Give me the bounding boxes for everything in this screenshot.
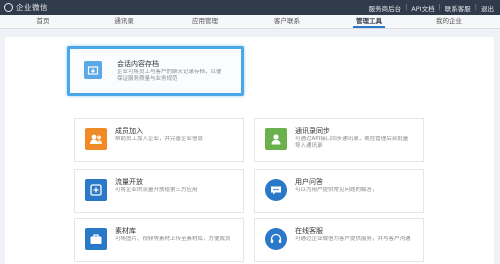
card-description: 帮助员工加入企业，并完善企业信息: [115, 136, 240, 143]
card-description: 可通过API接口同步通讯录，或在管理后台批量 导入通讯录: [295, 136, 420, 150]
tool-card-contacts-sync[interactable]: 通讯录同步 可通过API接口同步通讯录，或在管理后台批量 导入通讯录: [254, 118, 424, 162]
card-title: 成员加入: [115, 127, 143, 135]
top-link-support[interactable]: 联系客服: [445, 3, 471, 13]
contacts-sync-icon: [265, 128, 287, 150]
description-line: 可通过企业微信为客户提供服务，并与客户沟通: [295, 236, 411, 242]
description-line: 可将图片、视频等素材上传至素材库，方便成员: [115, 236, 231, 242]
divider: |: [405, 3, 408, 11]
description-line: 导入通讯录: [295, 143, 323, 149]
description-line: 可以为用户提供常见问题的解答，: [295, 187, 378, 193]
description-line: 可通过API接口同步通讯录，或在管理后台批量: [295, 136, 409, 142]
top-link-api-docs[interactable]: API文档: [411, 3, 434, 13]
card-description: 企业可将员工与客户的聊天记录存档，以便 保证服务质量与业务规范: [117, 69, 239, 83]
archive-icon: [84, 61, 102, 79]
divider: |: [438, 3, 441, 11]
card-title: 在线客服: [295, 227, 323, 235]
top-bar: 企业微信 服务商后台 | API文档 | 联系客服 | 退出: [0, 0, 500, 15]
headset-icon: [265, 228, 287, 250]
card-description: 可通过企业微信为客户提供服务，并与客户沟通: [295, 236, 420, 243]
tab-my-enterprise[interactable]: 我的企业: [419, 15, 479, 28]
description-line: 帮助员工加入企业，并完善企业信息: [115, 136, 204, 142]
tool-card-traffic-open[interactable]: 流量开放 可将企业的流量开放给第三方应用: [74, 169, 244, 213]
tab-home[interactable]: 首页: [13, 15, 73, 28]
briefcase-icon: [85, 228, 107, 250]
chat-icon: [265, 179, 287, 201]
card-description: 可将企业的流量开放给第三方应用: [115, 187, 240, 194]
top-links: 服务商后台 | API文档 | 联系客服 | 退出: [369, 3, 494, 13]
tab-customer-contact[interactable]: 客户联系: [257, 15, 317, 28]
description-line: 保证服务质量与业务规范: [117, 76, 178, 82]
logo-text: 企业微信: [16, 3, 48, 12]
card-description: 可以为用户提供常见问题的解答，: [295, 187, 420, 194]
card-title: 用户问答: [295, 178, 323, 186]
card-title: 通讯录同步: [295, 127, 330, 135]
traffic-icon: [85, 179, 107, 201]
main-nav: 首页 通讯录 应用管理 客户联系 管理工具 我的企业: [0, 15, 500, 29]
card-title: 素材库: [115, 227, 136, 235]
logo[interactable]: 企业微信: [4, 2, 48, 13]
tool-card-online-service[interactable]: 在线客服 可通过企业微信为客户提供服务，并与客户沟通: [254, 218, 424, 262]
description-line: 企业可将员工与客户的聊天记录存档，以便: [117, 69, 222, 75]
featured-card-session-archive[interactable]: 会话内容存档 企业可将员工与客户的聊天记录存档，以便 保证服务质量与业务规范: [67, 46, 244, 96]
card-description: 可将图片、视频等素材上传至素材库，方便成员: [115, 236, 240, 243]
user-add-icon: [85, 128, 107, 150]
divider: |: [474, 3, 477, 11]
tab-contacts[interactable]: 通讯录: [94, 15, 154, 28]
logo-icon: [4, 3, 13, 12]
tab-app-management[interactable]: 应用管理: [175, 15, 235, 28]
top-link-logout[interactable]: 退出: [481, 3, 494, 13]
description-line: 可将企业的流量开放给第三方应用: [115, 187, 198, 193]
tool-card-material-library[interactable]: 素材库 可将图片、视频等素材上传至素材库，方便成员: [74, 218, 244, 262]
tool-card-user-qa[interactable]: 用户问答 可以为用户提供常见问题的解答，: [254, 169, 424, 213]
tab-management-tools[interactable]: 管理工具: [339, 15, 399, 28]
card-title: 流量开放: [115, 178, 143, 186]
card-title: 会话内容存档: [117, 60, 159, 68]
tool-card-member-join[interactable]: 成员加入 帮助员工加入企业，并完善企业信息: [74, 118, 244, 162]
top-link-service[interactable]: 服务商后台: [369, 3, 402, 13]
